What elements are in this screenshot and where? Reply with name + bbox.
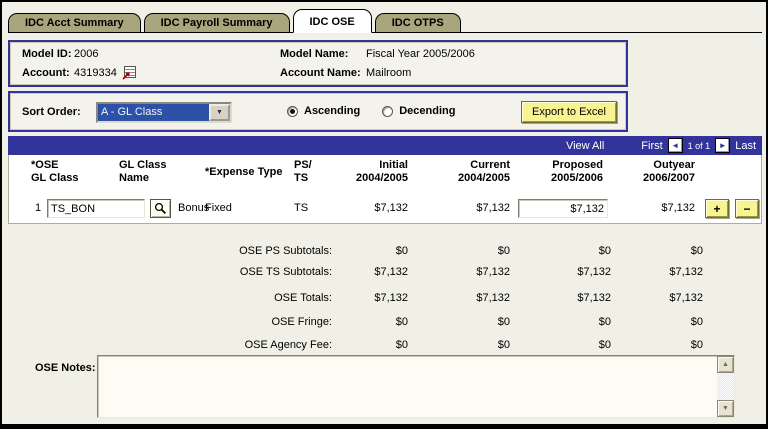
add-row-button[interactable]: + bbox=[705, 199, 729, 218]
tab-idc-otps[interactable]: IDC OTPS bbox=[375, 13, 461, 32]
lookup-icon[interactable] bbox=[150, 199, 171, 218]
tab-idc-payroll-summary[interactable]: IDC Payroll Summary bbox=[144, 13, 290, 32]
current-cell: $7,132 bbox=[410, 202, 510, 214]
export-to-excel-button[interactable]: Export to Excel bbox=[521, 101, 617, 123]
col-header-ose-gl-class: *OSEGL Class bbox=[31, 159, 79, 185]
col-header-gl-class-name: GL ClassName bbox=[119, 159, 167, 185]
totals-row-ts-subtotals: OSE TS Subtotals: $7,132 $7,132 $7,132 $… bbox=[8, 266, 708, 279]
col-header-initial: Initial2004/2005 bbox=[298, 159, 408, 185]
outyear-cell: $7,132 bbox=[595, 202, 695, 214]
tab-label: IDC Acct Summary bbox=[25, 17, 124, 29]
ose-grid: *OSEGL Class GL ClassName *Expense Type … bbox=[8, 155, 762, 224]
totals-label: OSE PS Subtotals: bbox=[8, 245, 332, 258]
totals-row-ose-totals: OSE Totals: $7,132 $7,132 $7,132 $7,132 bbox=[8, 292, 708, 305]
grid-pager-bar: View All First ◄ 1 of 1 ► Last bbox=[8, 136, 762, 155]
scroll-down-icon[interactable]: ▼ bbox=[717, 400, 734, 417]
view-all-link[interactable]: View All bbox=[566, 140, 604, 152]
account-name-label: Account Name: bbox=[280, 67, 361, 79]
totals-label: OSE Agency Fee: bbox=[8, 339, 332, 352]
last-link[interactable]: Last bbox=[735, 140, 756, 152]
prev-page-icon[interactable]: ◄ bbox=[668, 138, 683, 153]
ascending-radio[interactable] bbox=[287, 106, 298, 117]
tab-label: IDC OTPS bbox=[392, 17, 444, 29]
sort-order-selected-value: A - GL Class bbox=[98, 104, 209, 121]
first-link[interactable]: First bbox=[641, 140, 662, 152]
model-info-box: Model ID: 2006 Model Name: Fiscal Year 2… bbox=[8, 40, 628, 87]
account-name-value: Mailroom bbox=[366, 67, 411, 79]
col-header-outyear: Outyear2006/2007 bbox=[585, 159, 695, 185]
row-number: 1 bbox=[35, 202, 41, 214]
descending-radio[interactable] bbox=[382, 106, 393, 117]
model-name-value: Fiscal Year 2005/2006 bbox=[366, 48, 475, 60]
gl-class-input[interactable] bbox=[47, 199, 145, 218]
totals-row-ps-subtotals: OSE PS Subtotals: $0 $0 $0 $0 bbox=[8, 245, 708, 258]
totals-row-ose-fringe: OSE Fringe: $0 $0 $0 $0 bbox=[8, 316, 708, 329]
sort-order-label: Sort Order: bbox=[22, 106, 81, 118]
tab-label: IDC OSE bbox=[310, 16, 355, 28]
model-name-label: Model Name: bbox=[280, 48, 348, 60]
dropdown-arrow-icon[interactable]: ▼ bbox=[209, 104, 230, 121]
next-page-icon[interactable]: ► bbox=[715, 138, 730, 153]
scroll-up-icon[interactable]: ▲ bbox=[717, 356, 734, 373]
sort-order-select[interactable]: A - GL Class ▼ bbox=[96, 102, 232, 123]
account-value: 4319334 bbox=[74, 67, 117, 79]
sort-order-box: Sort Order: A - GL Class ▼ Ascending Dec… bbox=[8, 91, 628, 132]
ose-notes-box: ▲ ▼ bbox=[97, 355, 735, 418]
notes-scrollbar[interactable]: ▲ ▼ bbox=[717, 356, 734, 417]
totals-label: OSE Fringe: bbox=[8, 316, 332, 329]
col-header-expense-type: *Expense Type bbox=[205, 166, 282, 179]
tab-bar: IDC Acct Summary IDC Payroll Summary IDC… bbox=[8, 4, 762, 33]
ose-notes-label: OSE Notes: bbox=[35, 362, 96, 374]
totals-label: OSE TS Subtotals: bbox=[8, 266, 332, 279]
tab-idc-ose[interactable]: IDC OSE bbox=[293, 9, 372, 33]
sort-direction-radios: Ascending Decending bbox=[287, 105, 471, 117]
initial-cell: $7,132 bbox=[308, 202, 408, 214]
account-transfer-icon[interactable] bbox=[122, 66, 136, 80]
account-label: Account: bbox=[22, 67, 70, 79]
tab-label: IDC Payroll Summary bbox=[161, 17, 273, 29]
totals-section: OSE PS Subtotals: $0 $0 $0 $0 OSE TS Sub… bbox=[8, 245, 708, 352]
page-info: 1 of 1 bbox=[688, 141, 711, 151]
model-id-label: Model ID: bbox=[22, 48, 72, 60]
descending-label: Decending bbox=[399, 105, 455, 117]
expense-type-cell: Fixed bbox=[205, 202, 232, 214]
ose-notes-input[interactable] bbox=[98, 356, 717, 417]
totals-label: OSE Totals: bbox=[8, 292, 332, 305]
idc-ose-page: IDC Acct Summary IDC Payroll Summary IDC… bbox=[0, 0, 768, 429]
model-id-value: 2006 bbox=[74, 48, 98, 60]
delete-row-button[interactable]: − bbox=[735, 199, 759, 218]
tab-idc-acct-summary[interactable]: IDC Acct Summary bbox=[8, 13, 141, 32]
ascending-label: Ascending bbox=[304, 105, 360, 117]
totals-row-ose-agency-fee: OSE Agency Fee: $0 $0 $0 $0 bbox=[8, 339, 708, 352]
ps-ts-cell: TS bbox=[294, 202, 308, 214]
